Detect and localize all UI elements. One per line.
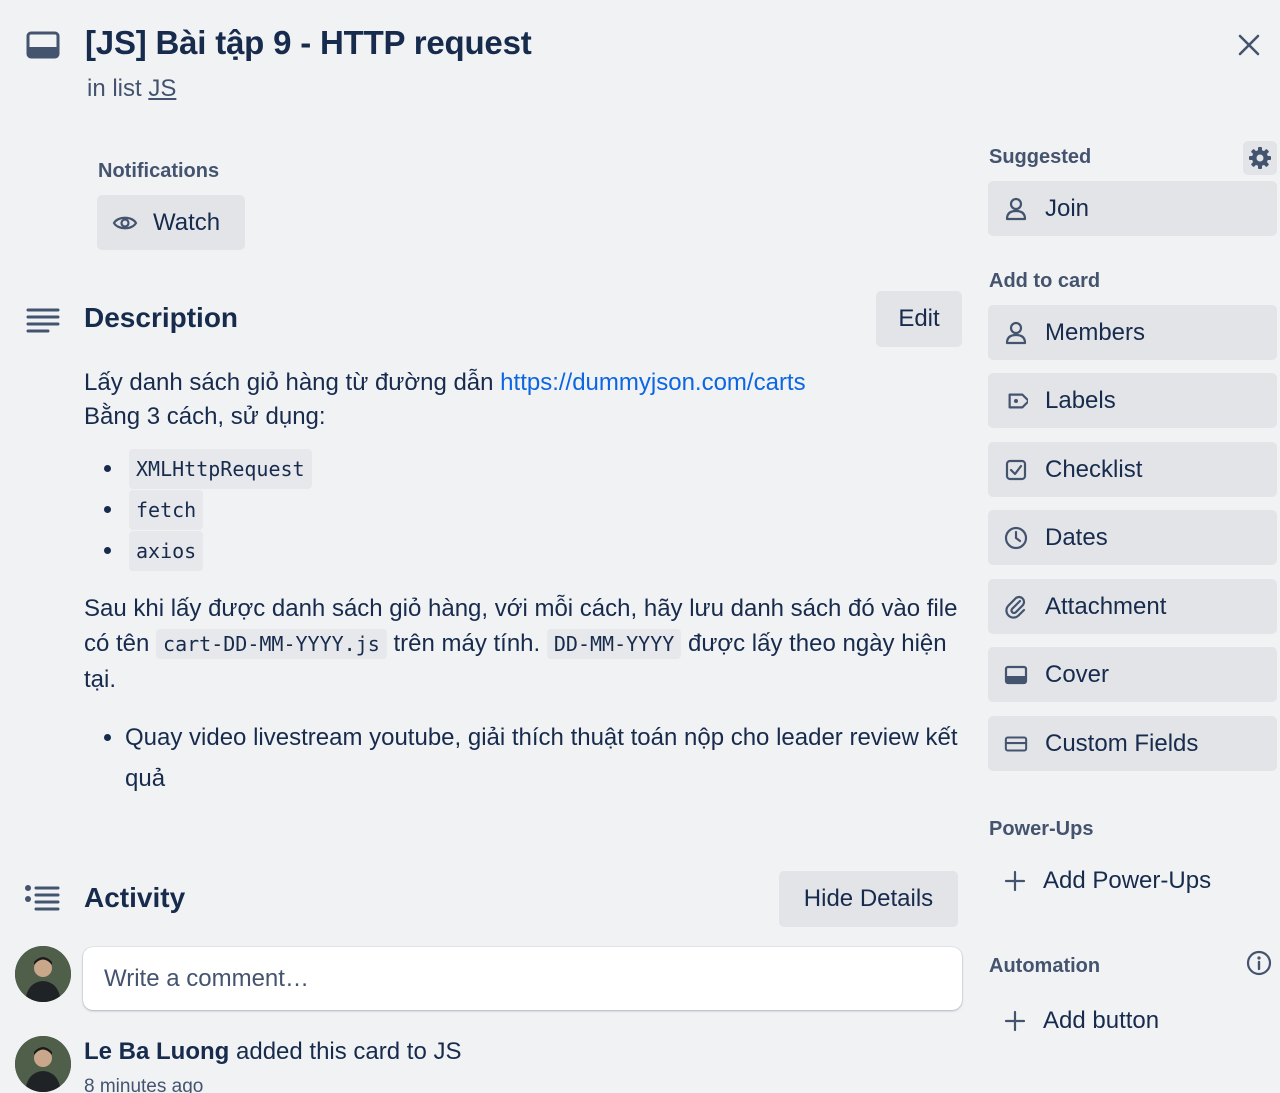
hide-details-button[interactable]: Hide Details [779, 871, 958, 927]
gear-icon [1249, 147, 1271, 169]
plus-icon [1004, 1010, 1026, 1032]
list-item: fetch [84, 489, 964, 530]
clock-icon [1004, 526, 1028, 550]
custom-fields-button[interactable]: Custom Fields [988, 716, 1277, 771]
checklist-button[interactable]: Checklist [988, 442, 1277, 497]
activity-action: added this card to JS [229, 1038, 462, 1065]
automation-info-button[interactable] [1243, 947, 1275, 979]
description-line-1: Lấy danh sách giỏ hàng từ đường dẫn http… [84, 369, 806, 396]
watch-label: Watch [153, 208, 221, 236]
list-item: XMLHttpRequest [84, 448, 964, 489]
person-icon [1004, 197, 1028, 221]
notifications-label: Notifications [98, 160, 220, 182]
automation-label: Automation [989, 955, 1101, 977]
avatar[interactable] [15, 946, 71, 1002]
attachment-button[interactable]: Attachment [988, 579, 1277, 634]
close-icon [1238, 34, 1260, 56]
inline-code: fetch [129, 489, 204, 530]
cover-icon [1004, 663, 1028, 687]
watch-button[interactable]: Watch [97, 195, 245, 250]
add-button-button[interactable]: Add button [988, 993, 1277, 1048]
labels-button[interactable]: Labels [988, 373, 1277, 428]
custom-fields-icon [1004, 732, 1028, 756]
suggested-label: Suggested [989, 146, 1092, 168]
list-link[interactable]: JS [148, 75, 176, 102]
add-powerups-button[interactable]: Add Power-Ups [988, 853, 1277, 908]
task-list: Quay video livestream youtube, giải thíc… [84, 717, 964, 799]
avatar[interactable] [15, 1036, 71, 1092]
list-item: axios [84, 530, 964, 571]
plus-icon [1004, 870, 1026, 892]
card-icon [26, 30, 60, 60]
suggested-settings-button[interactable] [1243, 141, 1277, 175]
edit-description-button[interactable]: Edit [876, 291, 962, 347]
activity-icon [24, 884, 60, 914]
powerups-label: Power-Ups [989, 818, 1094, 840]
description-line-2: Bằng 3 cách, sử dụng: [84, 403, 326, 430]
card-title[interactable]: [JS] Bài tập 9 - HTTP request [85, 24, 532, 62]
close-button[interactable] [1228, 24, 1270, 66]
inline-code: cart-DD-MM-YYYY.js [156, 629, 387, 659]
description-body[interactable]: Lấy danh sách giỏ hàng từ đường dẫn http… [84, 366, 964, 799]
info-icon [1246, 950, 1272, 976]
comment-input[interactable]: Write a comment… [83, 947, 962, 1010]
inline-code: DD-MM-YYYY [546, 629, 682, 659]
eye-icon [112, 216, 138, 229]
join-button[interactable]: Join [988, 181, 1277, 236]
description-icon [26, 305, 60, 335]
add-to-card-label: Add to card [989, 270, 1101, 292]
inline-code: XMLHttpRequest [129, 448, 312, 489]
list-item: Quay video livestream youtube, giải thíc… [84, 717, 964, 799]
list-reference: in list JS [87, 75, 176, 103]
description-heading: Description [84, 302, 239, 333]
person-icon [1004, 321, 1028, 345]
activity-entry: Le Ba Luong added this card to JS [84, 1038, 461, 1066]
activity-heading: Activity [84, 882, 186, 913]
in-list-prefix: in list [87, 75, 142, 102]
cover-button[interactable]: Cover [988, 647, 1277, 702]
members-button[interactable]: Members [988, 305, 1277, 360]
inline-code: axios [129, 530, 204, 571]
description-paragraph: Sau khi lấy được danh sách giỏ hàng, với… [84, 595, 958, 693]
carts-link[interactable]: https://dummyjson.com/carts [500, 369, 805, 396]
tag-icon [1004, 389, 1028, 413]
paperclip-icon [1004, 595, 1028, 619]
activity-timestamp[interactable]: 8 minutes ago [84, 1076, 203, 1093]
checkbox-icon [1004, 458, 1028, 482]
dates-button[interactable]: Dates [988, 510, 1277, 565]
methods-list: XMLHttpRequest fetch axios [84, 448, 964, 571]
activity-user[interactable]: Le Ba Luong [84, 1038, 229, 1065]
